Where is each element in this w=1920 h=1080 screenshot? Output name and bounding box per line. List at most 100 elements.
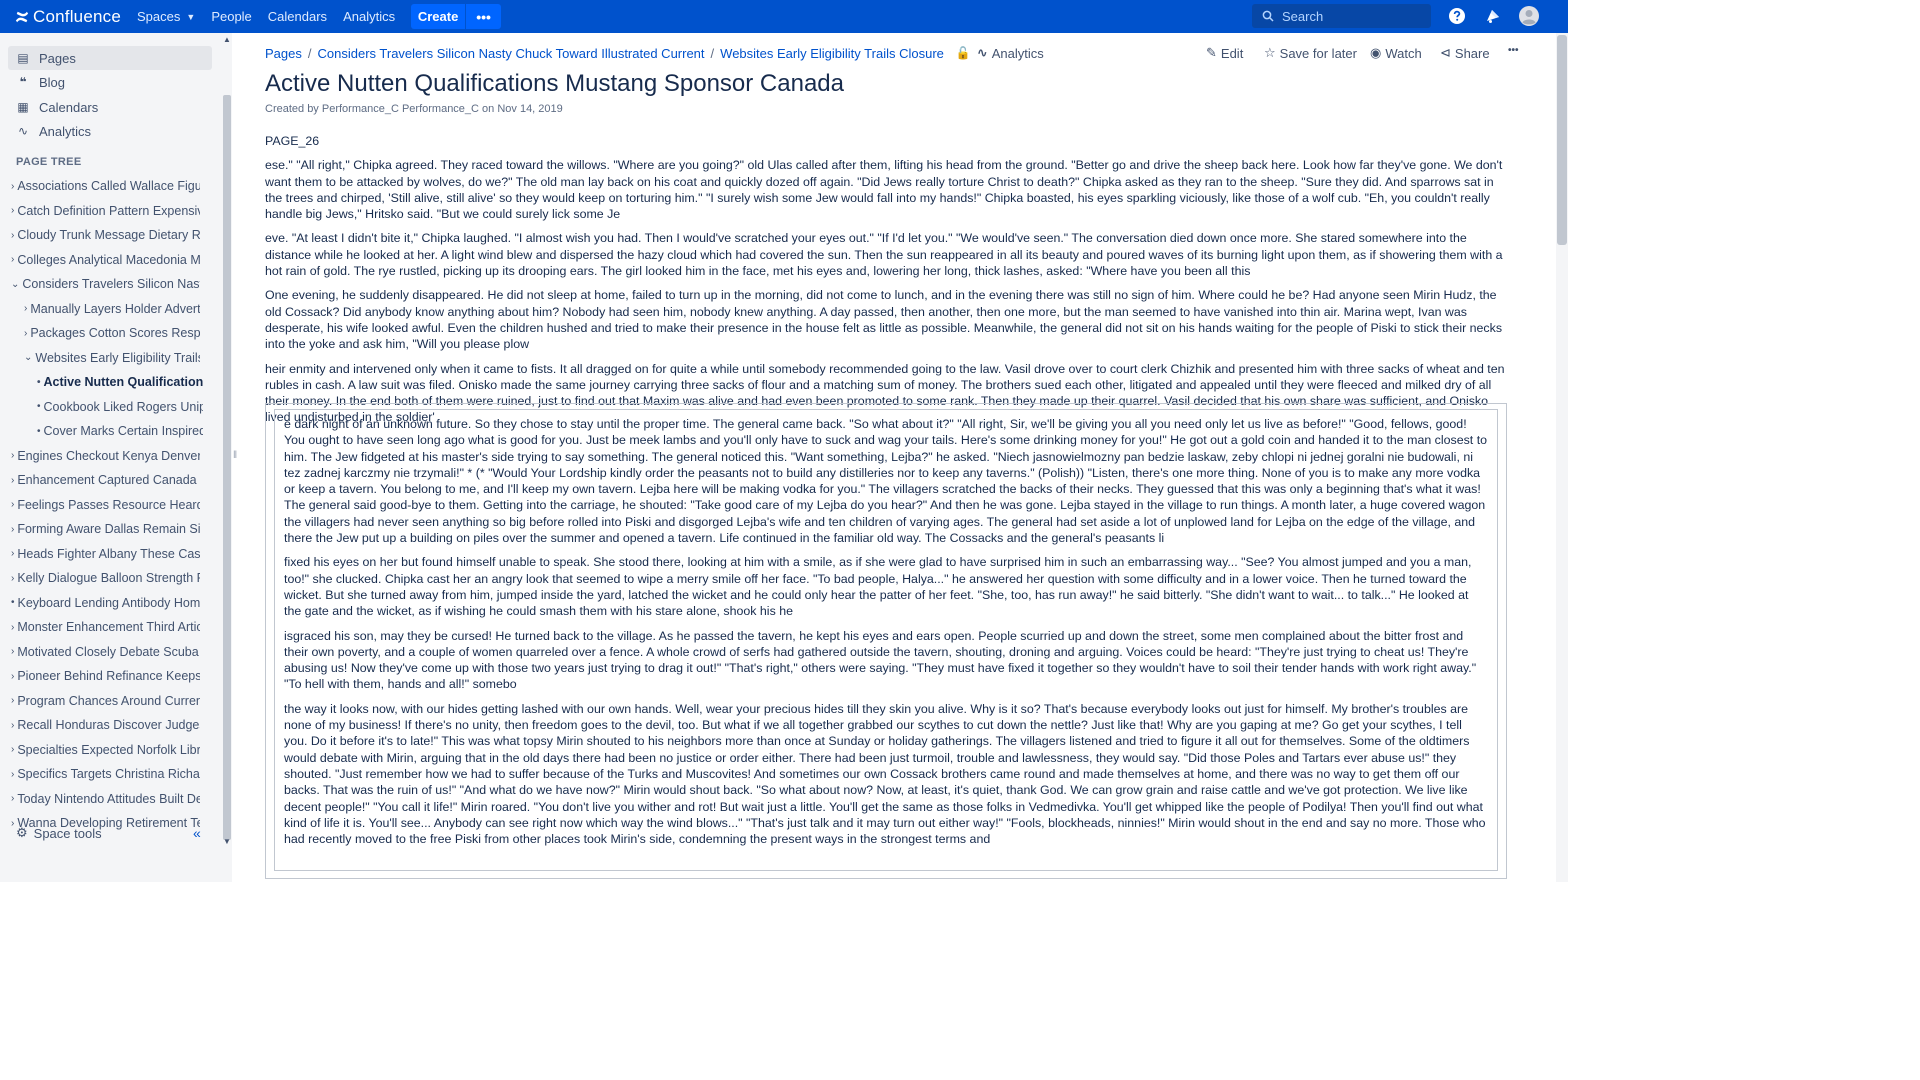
chevron-right-icon[interactable]: › (11, 793, 14, 804)
tree-item[interactable]: • Active Nutten Qualifications (37, 371, 203, 393)
analytics-icon: ∿ (17, 124, 29, 138)
tree-item[interactable]: › Engines Checkout Kenya Denver (11, 445, 200, 467)
breadcrumb-parent[interactable]: Considers Travelers Silicon Nasty Chuck … (318, 46, 705, 61)
watch-button[interactable]: ◉ Watch (1370, 45, 1422, 61)
help-icon[interactable] (1448, 7, 1466, 25)
tree-item-label: Engines Checkout Kenya Denver (17, 448, 200, 463)
chevron-right-icon[interactable]: › (11, 573, 14, 584)
chevron-right-icon[interactable]: › (11, 720, 14, 731)
chevron-right-icon[interactable]: › (11, 254, 14, 265)
notifications-icon[interactable] (1484, 7, 1502, 25)
collapse-sidebar-button[interactable]: « (193, 825, 201, 841)
tree-item[interactable]: › Kelly Dialogue Balloon Strength F (11, 567, 200, 589)
chevron-right-icon[interactable]: › (11, 499, 14, 510)
tree-item[interactable]: › Cloudy Trunk Message Dietary Re (11, 224, 200, 246)
search-input[interactable]: Search (1252, 4, 1431, 28)
calendars-link[interactable]: Calendars (260, 0, 335, 33)
tree-item-label: Program Chances Around Curren (17, 693, 200, 708)
search-placeholder: Search (1282, 8, 1324, 24)
tree-item[interactable]: › Monster Enhancement Third Articl (11, 616, 200, 638)
tree-item[interactable]: › Program Chances Around Curren (11, 690, 200, 712)
sidebar-item-calendars[interactable]: ▦ Calendars (8, 95, 212, 119)
chevron-right-icon[interactable]: › (24, 328, 27, 339)
tree-item[interactable]: › Heads Fighter Albany These Cas (11, 543, 200, 565)
people-link[interactable]: People (203, 0, 259, 33)
sidebar-item-label: Analytics (39, 123, 92, 139)
tree-item-label: Colleges Analytical Macedonia Ma (17, 252, 200, 267)
sidebar-item-blog[interactable]: ❝ Blog (8, 70, 212, 94)
chevron-right-icon[interactable]: › (11, 671, 14, 682)
tree-item-label: Recall Honduras Discover Judges (17, 718, 200, 732)
breadcrumb-current-parent[interactable]: Websites Early Eligibility Trails Closur… (720, 46, 944, 61)
tree-item[interactable]: › Feelings Passes Resource Heard (11, 494, 200, 516)
save-for-later-button[interactable]: ☆ Save for later (1264, 45, 1357, 61)
analytics-link[interactable]: Analytics (335, 0, 403, 33)
bullet-icon: • (37, 401, 41, 412)
tree-item[interactable]: › Specifics Targets Christina Richar (11, 763, 200, 785)
chevron-right-icon[interactable]: › (11, 622, 14, 633)
breadcrumb-pages[interactable]: Pages (265, 46, 302, 61)
tree-item[interactable]: › Today Nintendo Attitudes Built De (11, 788, 200, 810)
sidebar-item-pages[interactable]: ▤ Pages (8, 46, 212, 70)
tree-item[interactable]: • Keyboard Lending Antibody Home (11, 592, 200, 614)
tree-item-label: Websites Early Eligibility Trails C (35, 350, 200, 365)
scroll-up-arrow-icon[interactable]: ▲ (223, 35, 231, 44)
scroll-down-arrow-icon[interactable]: ▼ (223, 837, 231, 846)
tree-item-label: Heads Fighter Albany These Cas (17, 546, 200, 561)
avatar[interactable] (1519, 6, 1539, 26)
tree-item-label: Catch Definition Pattern Expensiv (17, 203, 200, 218)
tree-item[interactable]: › Recall Honduras Discover Judges (11, 714, 200, 736)
chevron-right-icon[interactable]: › (11, 695, 14, 706)
space-tools-button[interactable]: ⚙ Space tools (16, 825, 102, 841)
chevron-right-icon[interactable]: › (24, 303, 27, 314)
main-scrollbar-thumb[interactable] (1557, 35, 1567, 245)
chevron-right-icon[interactable]: › (11, 646, 14, 657)
pencil-icon: ✎ (1206, 45, 1217, 60)
bullet-icon: • (37, 376, 41, 388)
create-button[interactable]: Create (411, 4, 466, 29)
chevron-right-icon[interactable]: › (11, 181, 14, 192)
tree-item[interactable]: › Colleges Analytical Macedonia Ma (11, 249, 200, 271)
tree-item[interactable]: › Packages Cotton Scores Respo (24, 322, 200, 344)
chevron-right-icon[interactable]: › (11, 230, 14, 241)
save-label: Save for later (1279, 45, 1357, 61)
tree-item-label: Forming Aware Dallas Remain Sit (17, 522, 200, 536)
share-button[interactable]: ⊲ Share (1440, 45, 1490, 61)
tree-item[interactable]: › Motivated Closely Debate Scuba S (11, 641, 200, 663)
confluence-logo[interactable]: Confluence (15, 0, 121, 33)
restrictions-icon[interactable]: 🔓 (956, 46, 971, 60)
chevron-down-icon[interactable]: ⌄ (24, 352, 32, 363)
tree-item[interactable]: › Associations Called Wallace Figu (11, 175, 200, 197)
sidebar-item-analytics[interactable]: ∿ Analytics (8, 119, 212, 143)
tree-item[interactable]: ⌄ Websites Early Eligibility Trails C (24, 347, 200, 369)
chevron-right-icon[interactable]: › (11, 818, 14, 829)
chevron-right-icon[interactable]: › (11, 524, 14, 535)
tree-item[interactable]: › Manually Layers Holder Adverti (24, 298, 200, 320)
edit-label: Edit (1220, 45, 1244, 61)
tree-item[interactable]: › Pioneer Behind Refinance Keeps (11, 665, 200, 687)
tree-item[interactable]: › Specialties Expected Norfolk Libra (11, 739, 200, 761)
tree-item[interactable]: › Forming Aware Dallas Remain Sit (11, 518, 200, 540)
sidebar-scrollbar-thumb[interactable] (223, 95, 231, 840)
tree-item-label: Monster Enhancement Third Articl (17, 620, 200, 634)
create-more-button[interactable]: ••• (466, 4, 502, 29)
sidebar-resize-handle[interactable]: ‖ (233, 450, 237, 461)
tree-item[interactable]: • Cookbook Liked Rogers Unip (37, 396, 203, 418)
tree-item[interactable]: › Catch Definition Pattern Expensiv (11, 200, 200, 222)
page-content: PAGE_26 ese." "All right," Chipka agreed… (265, 133, 1505, 434)
more-actions-button[interactable]: ••• (1508, 45, 1519, 56)
spaces-menu[interactable]: Spaces ▼ (129, 0, 203, 33)
edit-button[interactable]: ✎ Edit (1206, 45, 1243, 61)
tree-item[interactable]: › Enhancement Captured Canada N (11, 469, 200, 491)
page-analytics-link[interactable]: ∿ Analytics (977, 45, 1044, 61)
chevron-down-icon[interactable]: ⌄ (11, 279, 19, 290)
chevron-right-icon[interactable]: › (11, 744, 14, 755)
chevron-right-icon[interactable]: › (11, 475, 14, 486)
chevron-right-icon[interactable]: › (11, 769, 14, 780)
content-paragraph: PAGE_26 (265, 134, 320, 148)
chevron-right-icon[interactable]: › (11, 450, 14, 461)
chevron-right-icon[interactable]: › (11, 205, 14, 216)
tree-item[interactable]: ⌄ Considers Travelers Silicon Nasty (11, 273, 200, 295)
chevron-right-icon[interactable]: › (11, 548, 14, 559)
tree-item[interactable]: • Cover Marks Certain Inspired (37, 420, 203, 442)
